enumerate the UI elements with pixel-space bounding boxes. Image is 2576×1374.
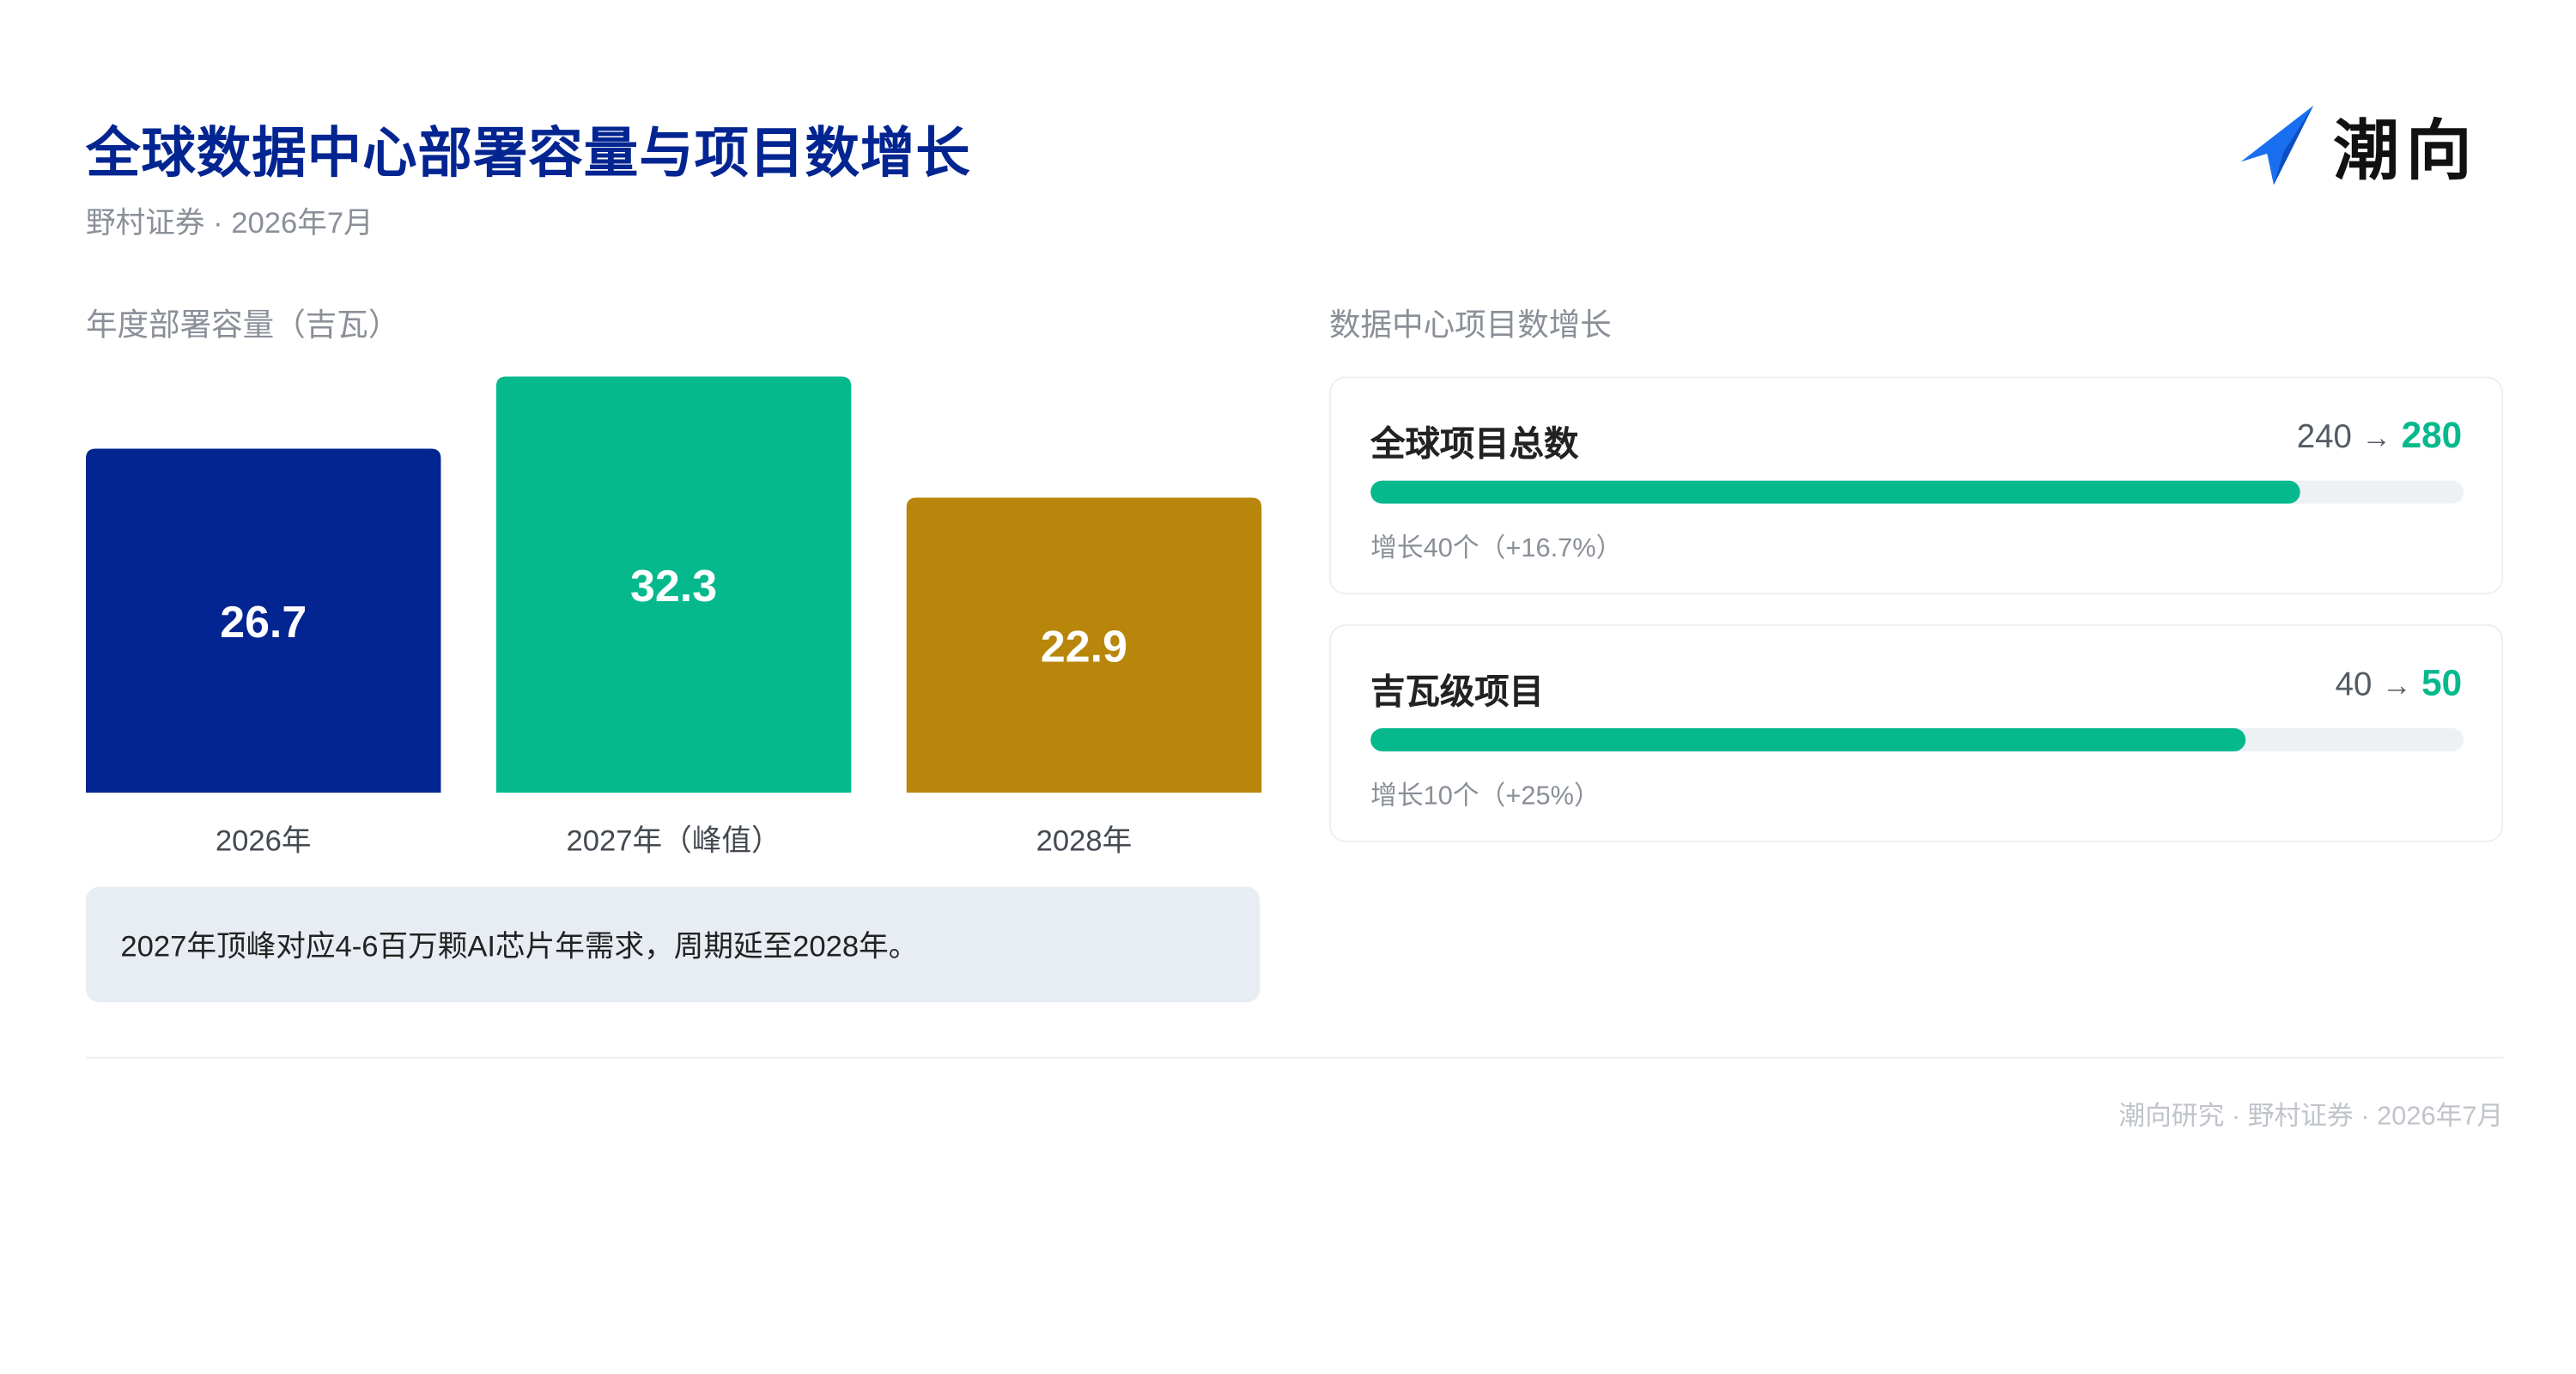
footer-divider xyxy=(85,1056,2504,1059)
capacity-note: 2027年顶峰对应4-6百万颗AI芯片年需求，周期延至2028年。 xyxy=(85,886,1261,1003)
page: 全球数据中心部署容量与项目数增长 野村证券 · 2026年7月 潮向 年度部署容… xyxy=(0,0,2576,1371)
category-label: 2027年（峰值） xyxy=(567,824,781,857)
project-card-gigawatt: 吉瓦级项目 40 → 50 增长10个（+25%） xyxy=(1329,623,2504,842)
arrow-right-icon: → xyxy=(2381,668,2412,702)
category-label: 2028年 xyxy=(1036,824,1133,857)
value-from: 240 xyxy=(2296,419,2352,456)
progress-track xyxy=(1370,728,2464,751)
projects-section-label: 数据中心项目数增长 xyxy=(1329,308,1612,344)
progress-track xyxy=(1370,480,2464,504)
capacity-bar-chart: 26.7 2026年 32.3 2027年（峰值） 22.9 2028年 xyxy=(85,376,1262,857)
card-title: 吉瓦级项目 xyxy=(1370,673,1545,712)
brand-logo: 潮向 xyxy=(2238,99,2479,192)
value-to: 50 xyxy=(2421,662,2463,704)
page-title: 全球数据中心部署容量与项目数增长 xyxy=(85,122,971,184)
progress-fill xyxy=(1370,480,2300,504)
bar-value-label: 26.7 xyxy=(220,598,307,647)
bar-value-label: 32.3 xyxy=(630,562,717,611)
brand-name: 潮向 xyxy=(2333,115,2479,189)
card-title: 全球项目总数 xyxy=(1370,426,1579,465)
card-values: 240 → 280 xyxy=(2297,415,2462,458)
arrow-right-icon: → xyxy=(2361,421,2392,454)
page-footer: 潮向研究 · 野村证券 · 2026年7月 xyxy=(2118,1103,2504,1132)
project-card-total: 全球项目总数 240 → 280 增长40个（+16.7%） xyxy=(1329,376,2504,595)
card-growth-note: 增长40个（+16.7%） xyxy=(1370,535,1623,563)
progress-fill xyxy=(1370,728,2245,751)
capacity-note-text: 2027年顶峰对应4-6百万颗AI芯片年需求，周期延至2028年。 xyxy=(120,929,919,964)
value-from: 40 xyxy=(2335,666,2372,704)
value-to: 280 xyxy=(2401,414,2463,456)
card-growth-note: 增长10个（+25%） xyxy=(1370,782,1601,812)
page-subtitle: 野村证券 · 2026年7月 xyxy=(85,206,374,240)
arrow-logo-icon xyxy=(2240,106,2314,185)
bar-value-label: 22.9 xyxy=(1041,622,1127,672)
category-label: 2026年 xyxy=(216,824,312,857)
card-values: 40 → 50 xyxy=(2336,662,2463,705)
capacity-section-label: 年度部署容量（吉瓦） xyxy=(85,308,400,344)
